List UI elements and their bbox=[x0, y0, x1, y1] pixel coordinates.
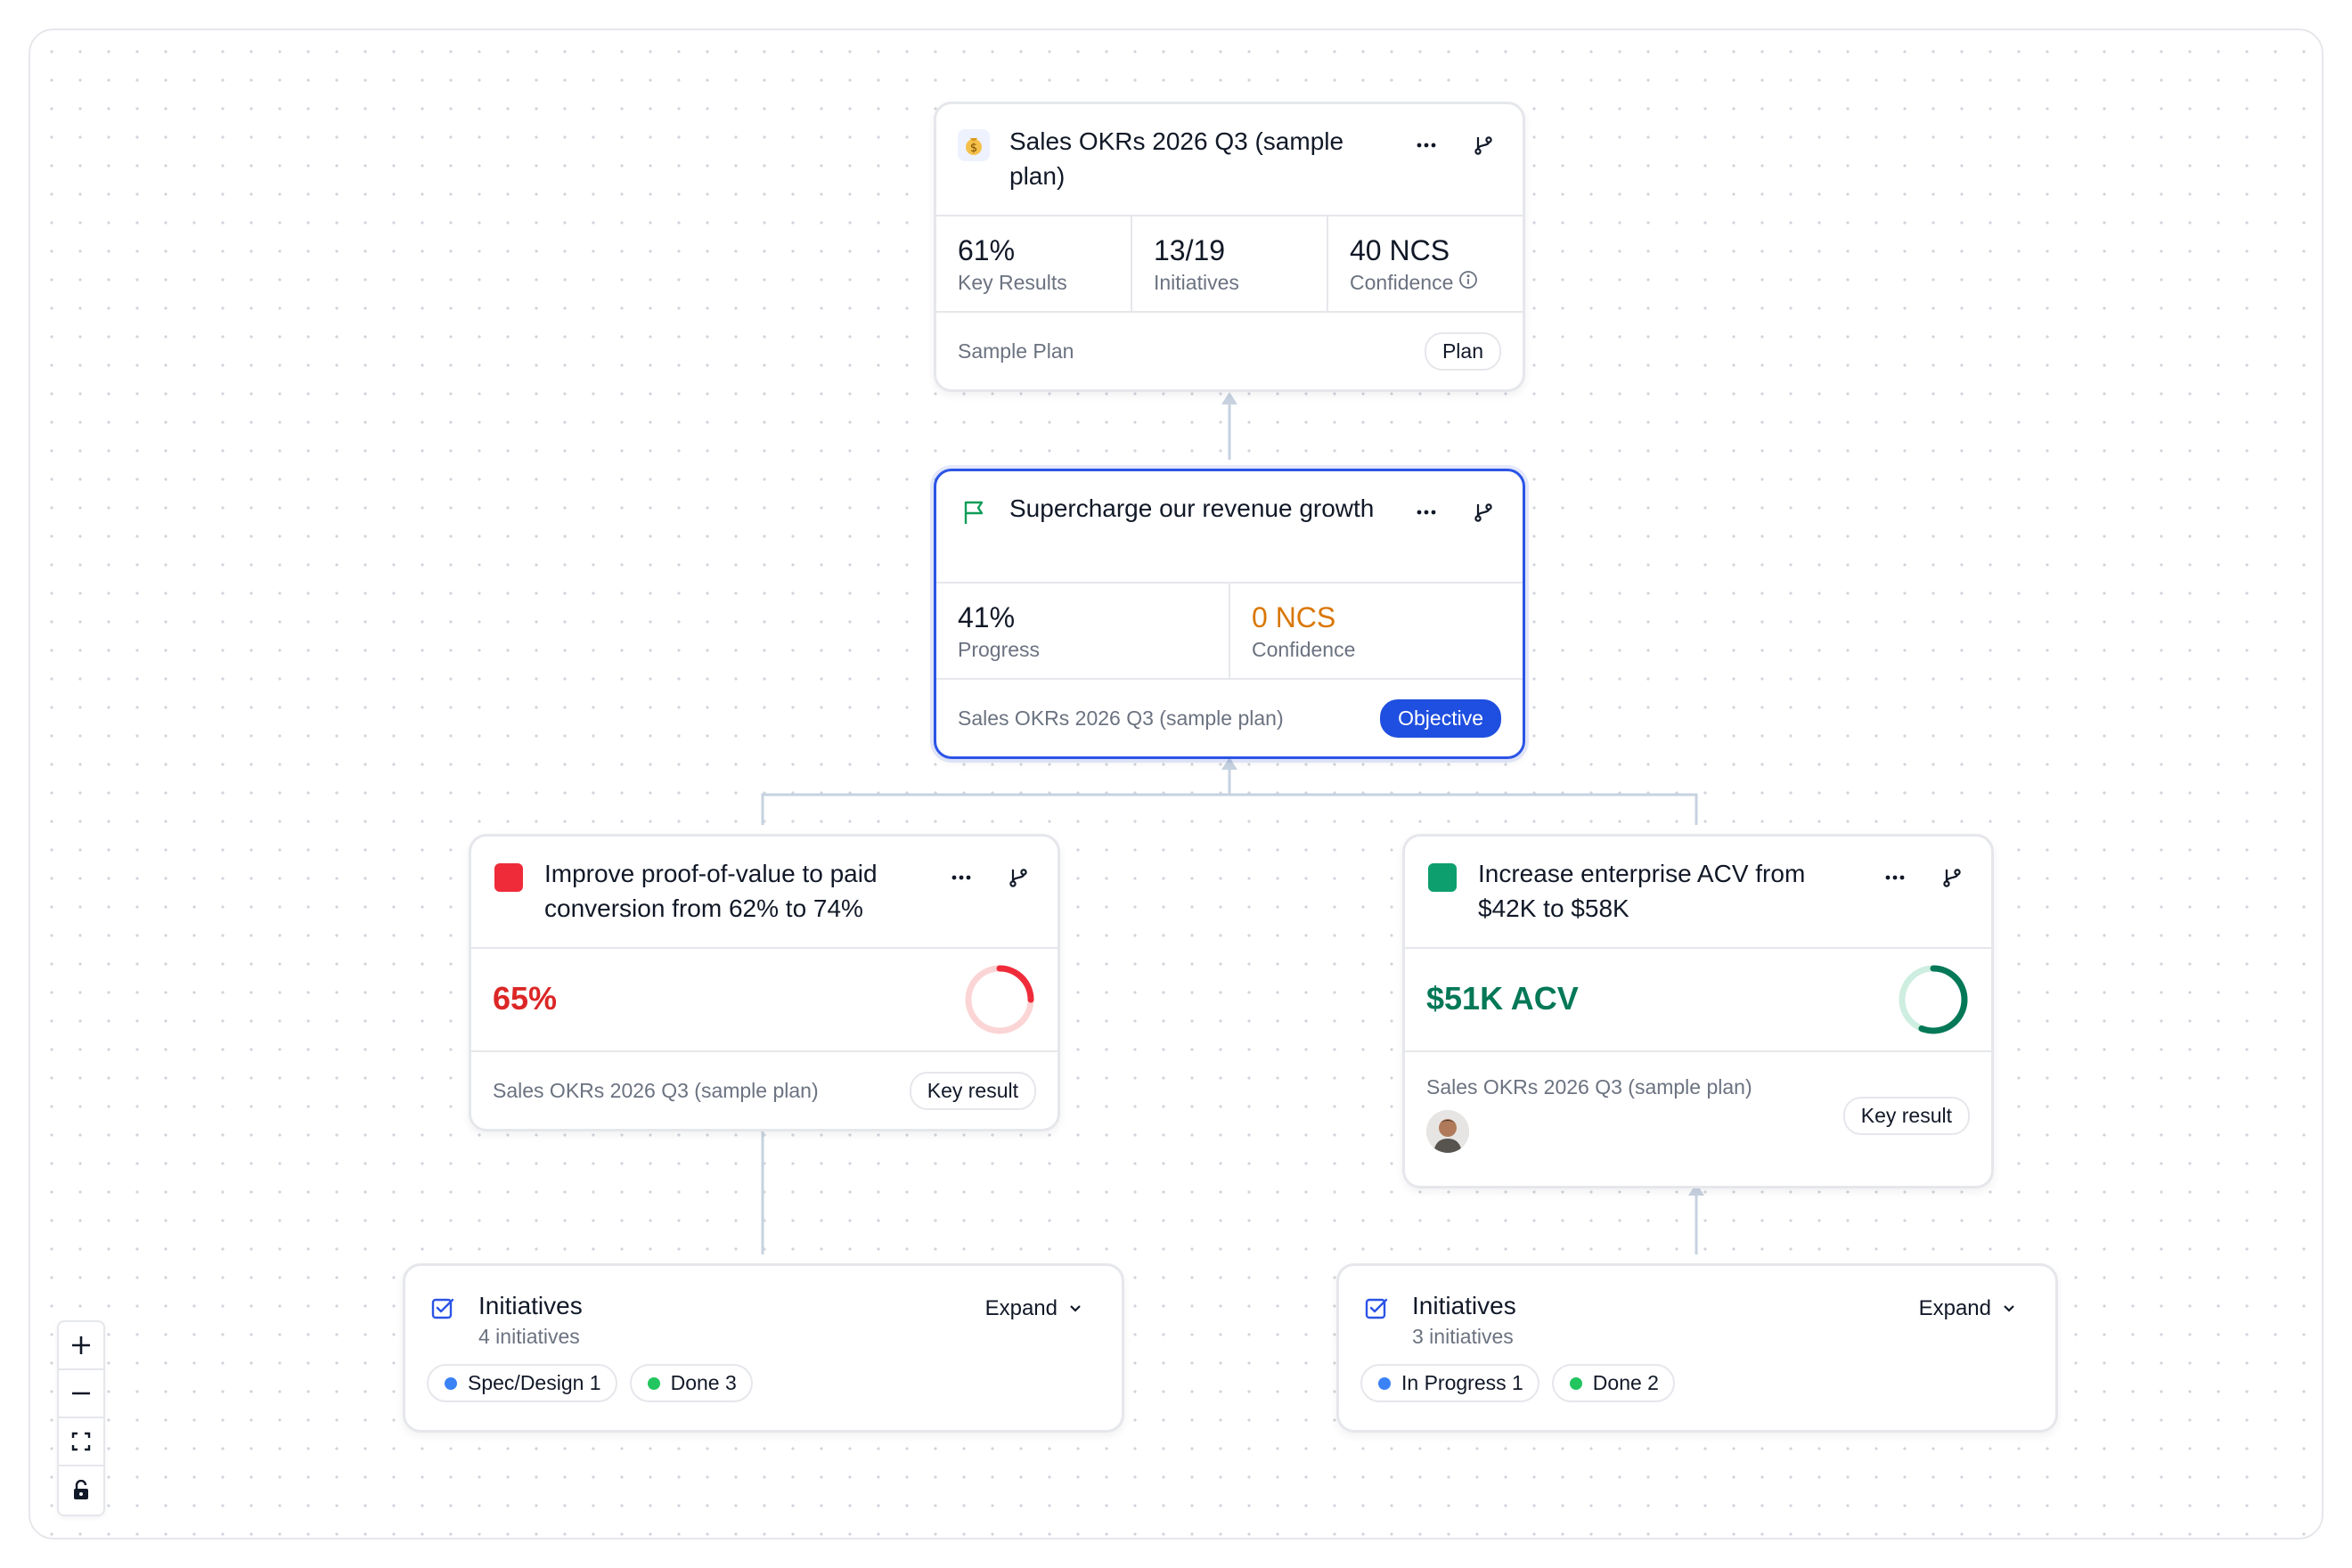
fit-view-icon[interactable] bbox=[59, 1418, 103, 1466]
plan-badge: Plan bbox=[1424, 331, 1501, 371]
progress-ring bbox=[965, 965, 1034, 1034]
initiatives-card-2[interactable]: Initiatives 3 initiatives Expand In Prog… bbox=[1336, 1263, 2058, 1433]
chevron-down-icon bbox=[2004, 1305, 2014, 1312]
initiatives-count: 3 initiatives bbox=[1412, 1325, 1514, 1348]
key-result-title: Increase enterprise ACV from $42K to $58… bbox=[1478, 860, 1806, 922]
key-result-card-2[interactable]: Increase enterprise ACV from $42K to $58… bbox=[1402, 834, 1994, 1188]
card-header: $ Sales OKRs 2026 Q3 (sample plan) bbox=[936, 104, 1523, 216]
card-header: Increase enterprise ACV from $42K to $58… bbox=[1405, 837, 1991, 949]
more-options-icon[interactable] bbox=[1414, 500, 1439, 525]
branch-icon[interactable] bbox=[1471, 133, 1496, 158]
key-result-footer: Sales OKRs 2026 Q3 (sample plan) bbox=[493, 1078, 819, 1102]
stat-initiatives: 13/19 Initiatives bbox=[1132, 216, 1328, 311]
status-tag[interactable]: Spec/Design 1 bbox=[427, 1364, 617, 1402]
expand-button[interactable]: Expand bbox=[985, 1296, 1082, 1321]
checkbox-icon bbox=[1360, 1293, 1392, 1325]
branch-icon[interactable] bbox=[1471, 500, 1496, 525]
objective-card[interactable]: Supercharge our revenue growth 41% Progr… bbox=[934, 469, 1525, 759]
avatar[interactable] bbox=[1426, 1110, 1469, 1153]
stat-progress: 41% Progress bbox=[936, 584, 1230, 678]
arrow-objective bbox=[1221, 757, 1237, 770]
objective-badge: Objective bbox=[1380, 698, 1501, 738]
zoom-out-icon[interactable] bbox=[59, 1370, 103, 1418]
objective-title: Supercharge our revenue growth bbox=[1009, 494, 1375, 522]
plan-title: Sales OKRs 2026 Q3 (sample plan) bbox=[1009, 127, 1344, 190]
info-icon[interactable] bbox=[1458, 268, 1478, 297]
key-result-card-1[interactable]: Improve proof-of-value to paid conversio… bbox=[469, 834, 1060, 1131]
progress-ring bbox=[1899, 965, 1968, 1034]
okr-canvas[interactable]: $ Sales OKRs 2026 Q3 (sample plan) 61% K… bbox=[29, 29, 2323, 1539]
objective-footer: Sales OKRs 2026 Q3 (sample plan) bbox=[958, 706, 1284, 730]
stat-confidence: 40 NCS Confidence bbox=[1328, 216, 1523, 311]
money-bag-icon: $ bbox=[958, 129, 990, 161]
status-square-icon bbox=[1426, 862, 1458, 894]
key-result-badge: Key result bbox=[1842, 1097, 1970, 1135]
status-tag[interactable]: Done 2 bbox=[1551, 1364, 1675, 1402]
zoom-in-icon[interactable] bbox=[59, 1322, 103, 1370]
checkbox-icon bbox=[427, 1293, 459, 1325]
branch-icon[interactable] bbox=[1940, 865, 1964, 890]
stat-confidence: 0 NCS Confidence bbox=[1252, 601, 1356, 661]
chevron-down-icon bbox=[1070, 1305, 1081, 1312]
initiatives-count: 4 initiatives bbox=[478, 1325, 580, 1348]
status-square-icon bbox=[493, 862, 525, 894]
status-tag[interactable]: Done 3 bbox=[629, 1364, 753, 1402]
branch-icon[interactable] bbox=[1006, 865, 1031, 890]
flag-icon bbox=[958, 496, 990, 528]
key-result-badge: Key result bbox=[909, 1071, 1036, 1110]
lock-icon[interactable] bbox=[59, 1466, 103, 1515]
plan-card[interactable]: $ Sales OKRs 2026 Q3 (sample plan) 61% K… bbox=[934, 102, 1525, 392]
more-options-icon[interactable] bbox=[1414, 133, 1439, 158]
key-result-title: Improve proof-of-value to paid conversio… bbox=[544, 860, 878, 922]
plan-footer: Sample Plan bbox=[958, 339, 1074, 363]
card-header: Improve proof-of-value to paid conversio… bbox=[471, 837, 1058, 949]
status-tag[interactable]: In Progress 1 bbox=[1360, 1364, 1539, 1402]
arrow-plan bbox=[1221, 392, 1237, 404]
svg-text:$: $ bbox=[970, 142, 977, 155]
expand-button[interactable]: Expand bbox=[1919, 1296, 2016, 1321]
stat-key-results: 61% Key Results bbox=[936, 216, 1132, 311]
initiatives-card-1[interactable]: Initiatives 4 initiatives Expand Spec/De… bbox=[403, 1263, 1124, 1433]
edge-kr-objective bbox=[761, 766, 1698, 825]
more-options-icon[interactable] bbox=[1882, 865, 1907, 890]
canvas-controls bbox=[57, 1320, 105, 1516]
key-result-footer: Sales OKRs 2026 Q3 (sample plan) bbox=[1426, 1075, 1752, 1098]
card-header: Supercharge our revenue growth bbox=[936, 471, 1523, 584]
more-options-icon[interactable] bbox=[949, 865, 974, 890]
